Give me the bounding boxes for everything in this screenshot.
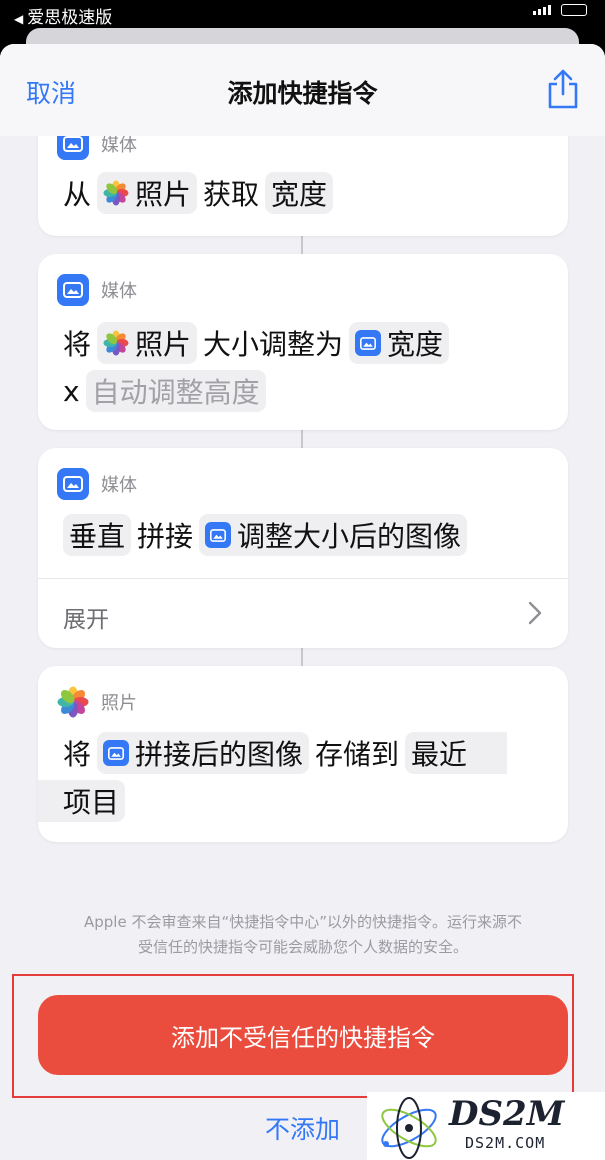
word-combine: 拼接 bbox=[137, 520, 194, 553]
back-to-app[interactable]: ◀ 爱思极速版 bbox=[14, 3, 112, 28]
share-icon[interactable] bbox=[545, 68, 581, 110]
atom-logo-icon bbox=[381, 1097, 437, 1159]
direction-token[interactable]: 垂直 bbox=[63, 514, 132, 556]
album-token-part2[interactable]: 项目 bbox=[38, 780, 126, 822]
photos-token[interactable]: 照片 bbox=[97, 322, 198, 364]
watermark-domain: DS2M.COM bbox=[465, 1134, 546, 1152]
photos-token-label: 照片 bbox=[135, 178, 192, 211]
word-resize-to: 大小调整为 bbox=[203, 328, 344, 361]
category-label: 媒体 bbox=[101, 475, 137, 496]
photos-icon bbox=[103, 330, 129, 356]
action-line: 将 照片 大小调整为 宽度 bbox=[63, 322, 455, 364]
width-variable-label: 宽度 bbox=[387, 328, 444, 361]
media-icon bbox=[57, 274, 89, 306]
width-token[interactable]: 宽度 bbox=[265, 172, 334, 214]
action-card-resize-image[interactable]: 媒体 将 照片 大小调整为 宽度 x 自动调整高度 bbox=[38, 254, 568, 430]
battery-icon bbox=[561, 4, 587, 16]
resized-images-label: 调整大小后的图像 bbox=[237, 520, 462, 553]
add-untrusted-shortcut-button[interactable]: 添加不受信任的快捷指令 bbox=[38, 995, 568, 1075]
word-set: 将 bbox=[63, 738, 92, 771]
page-title: 添加快捷指令 bbox=[227, 79, 378, 108]
card-category: 媒体 bbox=[57, 468, 137, 500]
action-line: 项目 bbox=[38, 780, 131, 822]
word-save-to: 存储到 bbox=[315, 738, 400, 771]
back-triangle-icon: ◀ bbox=[14, 12, 24, 26]
watermark: DS2M DS2M.COM bbox=[367, 1092, 605, 1160]
category-label: 媒体 bbox=[101, 281, 137, 302]
connector bbox=[301, 236, 303, 254]
category-label: 照片 bbox=[101, 693, 137, 714]
photos-icon bbox=[57, 686, 89, 718]
width-variable-token[interactable]: 宽度 bbox=[349, 322, 450, 364]
nav-bar: 取消 添加快捷指令 bbox=[0, 44, 605, 136]
action-card-combine-images[interactable]: 媒体 垂直 拼接 调整大小后的图像 展开 bbox=[38, 448, 568, 648]
card-category: 照片 bbox=[57, 686, 137, 718]
add-shortcut-sheet: 取消 添加快捷指令 媒体 从 照片 获取 宽度 媒体 将 照片 大小调整为 宽度… bbox=[0, 44, 605, 1160]
security-disclaimer: Apple 不会审查来自“快捷指令中心”以外的快捷指令。运行来源不 受信任的快捷… bbox=[38, 910, 568, 960]
connector bbox=[301, 648, 303, 666]
word-x: x bbox=[63, 374, 80, 408]
action-line: x 自动调整高度 bbox=[63, 370, 272, 412]
word-set: 将 bbox=[63, 328, 92, 361]
media-icon bbox=[355, 330, 382, 356]
back-app-label: 爱思极速版 bbox=[27, 8, 113, 28]
action-line: 从 照片 获取 宽度 bbox=[63, 172, 339, 214]
resized-images-token[interactable]: 调整大小后的图像 bbox=[199, 514, 468, 556]
action-line: 垂直 拼接 调整大小后的图像 bbox=[63, 514, 473, 556]
disclaimer-line: 受信任的快捷指令可能会威胁您个人数据的安全。 bbox=[137, 938, 468, 956]
photos-token-label: 照片 bbox=[135, 328, 192, 361]
album-token-part1[interactable]: 最近 bbox=[405, 732, 508, 774]
signal-icon bbox=[533, 5, 551, 15]
status-bar: ◀ 爱思极速版 bbox=[0, 0, 605, 28]
disclaimer-line: Apple 不会审查来自“快捷指令中心”以外的快捷指令。运行来源不 bbox=[83, 913, 522, 931]
divider bbox=[38, 578, 568, 579]
watermark-logo-text: DS2M bbox=[449, 1094, 565, 1134]
connector bbox=[301, 430, 303, 448]
media-icon bbox=[57, 468, 89, 500]
status-indicators bbox=[533, 4, 587, 16]
media-icon bbox=[103, 740, 130, 766]
combined-image-token[interactable]: 拼接后的图像 bbox=[97, 732, 310, 774]
card-category: 媒体 bbox=[57, 274, 137, 306]
word-from: 从 bbox=[63, 178, 92, 211]
photos-token[interactable]: 照片 bbox=[97, 172, 198, 214]
action-card-save-to-album[interactable]: 照片 将 拼接后的图像 存储到 最近 项目 bbox=[38, 666, 568, 842]
word-get: 获取 bbox=[203, 178, 260, 211]
media-icon bbox=[205, 522, 232, 548]
combined-image-label: 拼接后的图像 bbox=[135, 738, 304, 771]
photos-icon bbox=[103, 180, 129, 206]
expand-button[interactable]: 展开 bbox=[63, 600, 109, 634]
action-line: 将 拼接后的图像 存储到 最近 bbox=[63, 732, 508, 774]
auto-height-token[interactable]: 自动调整高度 bbox=[85, 370, 266, 412]
chevron-right-icon[interactable] bbox=[528, 601, 542, 625]
